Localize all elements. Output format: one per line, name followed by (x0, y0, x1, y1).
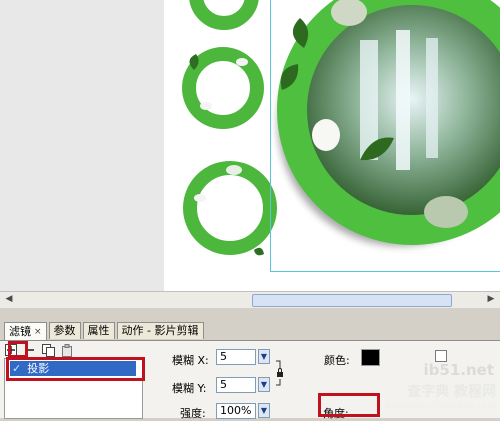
tab-label: 滤镜 (9, 325, 31, 338)
blur-x-label: 模糊 X: (172, 354, 209, 367)
guide-line-vertical (270, 0, 271, 272)
blur-x-stepper[interactable]: ▼ (258, 349, 270, 364)
watermark: ib51.net 查字典 教程网 jiaocheng.chazidian.com (338, 361, 498, 415)
watermark-line-1: ib51.net (423, 361, 494, 379)
wreath-small-2 (182, 47, 264, 129)
horizontal-scrollbar[interactable]: ◀ ▶ (0, 291, 500, 308)
wreath-small-1 (189, 0, 259, 30)
lock-icon[interactable] (276, 360, 284, 386)
scroll-right-icon[interactable]: ▶ (484, 293, 498, 306)
tab-actions[interactable]: 动作 - 影片剪辑 (116, 322, 204, 339)
blur-y-stepper[interactable]: ▼ (258, 377, 270, 392)
watermark-line-2: 查字典 教程网 (407, 384, 496, 400)
scroll-left-icon[interactable]: ◀ (2, 293, 16, 306)
strength-label: 强度: (180, 407, 206, 420)
guide-line-horizontal (270, 271, 500, 272)
panel-divider (0, 308, 500, 322)
blur-y-label: 模糊 Y: (172, 382, 207, 395)
tab-label: 动作 - 影片剪辑 (121, 324, 199, 337)
copy-filter-icon[interactable] (42, 343, 55, 357)
stage-left-gutter (0, 0, 164, 291)
tab-parameters[interactable]: 参数 (48, 322, 81, 339)
paste-filter-icon[interactable] (61, 343, 74, 357)
tab-label: 属性 (87, 324, 110, 337)
tab-filters[interactable]: 滤镜 × (4, 322, 47, 341)
tab-label: 参数 (53, 324, 76, 337)
stage-canvas[interactable] (164, 0, 500, 291)
watermark-line-3: jiaocheng.chazidian.com (384, 401, 496, 411)
wreath-large (277, 0, 500, 246)
highlight-add-filter (8, 341, 28, 358)
stage-artwork (182, 0, 500, 256)
highlight-filter-item (6, 357, 145, 381)
strength-stepper[interactable]: ▼ (258, 403, 270, 418)
scrollbar-thumb[interactable] (252, 294, 452, 307)
blur-x-input[interactable]: 5 (216, 349, 256, 365)
blur-y-input[interactable]: 5 (216, 377, 256, 393)
wreath-small-3 (183, 161, 277, 256)
close-icon[interactable]: × (34, 324, 42, 340)
tab-properties[interactable]: 属性 (82, 322, 115, 339)
property-tabs: 滤镜 × 参数 属性 动作 - 影片剪辑 (4, 322, 204, 341)
